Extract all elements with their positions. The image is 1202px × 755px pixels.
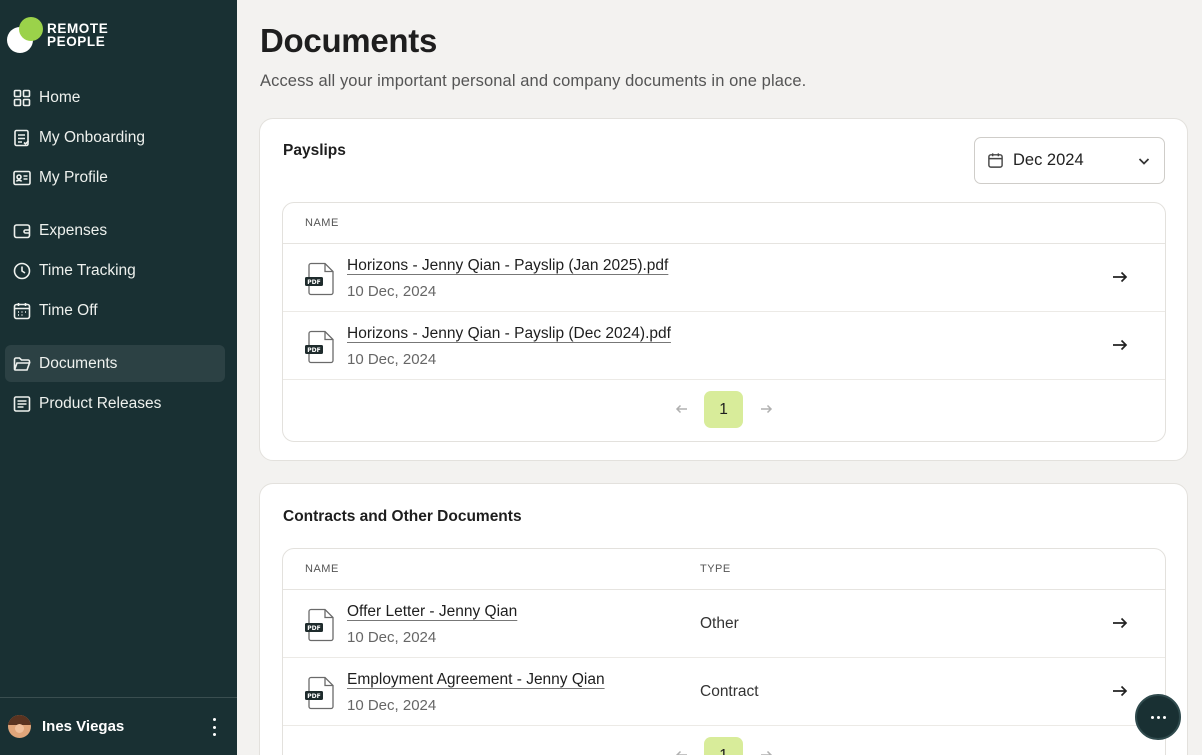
calendar-icon: [12, 301, 32, 321]
sidebar-item-time-tracking[interactable]: Time Tracking: [5, 252, 225, 289]
wallet-icon: [12, 221, 32, 241]
document-type: Other: [700, 615, 739, 632]
table-header: NAME: [283, 203, 1165, 244]
clock-icon: [12, 261, 32, 281]
logo-text: REMOTE PEOPLE: [47, 21, 109, 49]
sidebar-item-label: My Onboarding: [39, 128, 145, 146]
svg-text:PDF: PDF: [307, 347, 320, 354]
table-row[interactable]: PDF Employment Agreement - Jenny Qian 10…: [283, 658, 1165, 726]
user-name: Ines Viegas: [42, 718, 125, 735]
document-date: 10 Dec, 2024: [347, 697, 437, 714]
sidebar: REMOTE PEOPLE Home My Onboarding My Prof…: [0, 0, 237, 755]
column-header-type: TYPE: [700, 563, 731, 575]
document-link[interactable]: Offer Letter - Jenny Qian: [347, 603, 517, 621]
page-button-current[interactable]: 1: [704, 737, 743, 755]
sidebar-item-home[interactable]: Home: [5, 79, 225, 116]
checklist-icon: [12, 128, 32, 148]
arrow-left-icon[interactable]: [675, 748, 689, 755]
logo-mark-icon: [7, 17, 45, 53]
avatar: [8, 715, 31, 738]
chevron-down-icon: [1137, 154, 1151, 168]
page-subtitle: Access all your important personal and c…: [260, 72, 807, 90]
chat-launcher-button[interactable]: [1135, 694, 1181, 740]
main-content: Documents Access all your important pers…: [237, 0, 1202, 755]
news-icon: [12, 394, 32, 414]
table-row[interactable]: PDF Horizons - Jenny Qian - Payslip (Jan…: [283, 244, 1165, 312]
sidebar-item-label: Documents: [39, 354, 118, 372]
sidebar-item-label: Product Releases: [39, 394, 162, 412]
pdf-file-icon: PDF: [305, 608, 334, 642]
column-header-name: NAME: [305, 563, 339, 575]
arrow-right-icon[interactable]: [1111, 614, 1129, 632]
document-date: 10 Dec, 2024: [347, 629, 437, 646]
sidebar-item-label: Home: [39, 88, 81, 106]
sidebar-item-my-onboarding[interactable]: My Onboarding: [5, 119, 225, 156]
svg-text:PDF: PDF: [307, 693, 320, 700]
contracts-title: Contracts and Other Documents: [283, 508, 522, 525]
sidebar-item-time-off[interactable]: Time Off: [5, 292, 225, 329]
contracts-table: NAME TYPE PDF Offer Letter - Jenny Qian …: [282, 548, 1166, 755]
sidebar-item-label: Expenses: [39, 221, 108, 239]
document-link[interactable]: Horizons - Jenny Qian - Payslip (Dec 202…: [347, 325, 671, 343]
month-select[interactable]: Dec 2024: [974, 137, 1165, 184]
table-row[interactable]: PDF Horizons - Jenny Qian - Payslip (Dec…: [283, 312, 1165, 380]
payslips-title: Payslips: [283, 142, 346, 159]
document-link[interactable]: Employment Agreement - Jenny Qian: [347, 671, 605, 689]
sidebar-item-my-profile[interactable]: My Profile: [5, 159, 225, 196]
sidebar-item-expenses[interactable]: Expenses: [5, 212, 225, 249]
document-link[interactable]: Horizons - Jenny Qian - Payslip (Jan 202…: [347, 257, 668, 275]
sidebar-item-documents[interactable]: Documents: [5, 345, 225, 382]
brand-logo[interactable]: REMOTE PEOPLE: [7, 17, 108, 53]
page-button-current[interactable]: 1: [704, 391, 743, 428]
pdf-file-icon: PDF: [305, 262, 334, 296]
arrow-left-icon[interactable]: [675, 402, 689, 416]
document-type: Contract: [700, 683, 759, 700]
home-grid-icon: [12, 88, 32, 108]
id-card-icon: [12, 168, 32, 188]
arrow-right-icon[interactable]: [759, 748, 773, 755]
document-date: 10 Dec, 2024: [347, 351, 437, 368]
ellipsis-icon: [1150, 715, 1154, 719]
pdf-file-icon: PDF: [305, 330, 334, 364]
payslips-table: NAME PDF Horizons - Jenny Qian - Payslip…: [282, 202, 1166, 442]
user-menu[interactable]: Ines Viegas: [0, 697, 237, 755]
page-title: Documents: [260, 22, 437, 59]
calendar-icon: [987, 152, 1004, 169]
table-header: NAME TYPE: [283, 549, 1165, 590]
folder-icon: [12, 354, 32, 374]
month-select-value: Dec 2024: [1013, 151, 1084, 169]
document-date: 10 Dec, 2024: [347, 283, 437, 300]
arrow-right-icon[interactable]: [1111, 336, 1129, 354]
pagination: 1: [283, 726, 1165, 755]
arrow-right-icon[interactable]: [1111, 268, 1129, 286]
column-header-name: NAME: [305, 217, 339, 229]
payslips-card: Payslips Dec 2024 NAME PDF Horizons - Je…: [259, 118, 1188, 461]
pagination: 1: [283, 380, 1165, 439]
svg-text:PDF: PDF: [307, 625, 320, 632]
sidebar-item-label: Time Off: [39, 301, 98, 319]
sidebar-item-product-releases[interactable]: Product Releases: [5, 385, 225, 422]
pdf-file-icon: PDF: [305, 676, 334, 710]
table-row[interactable]: PDF Offer Letter - Jenny Qian 10 Dec, 20…: [283, 590, 1165, 658]
more-options-icon[interactable]: [209, 718, 219, 736]
sidebar-item-label: Time Tracking: [39, 261, 136, 279]
svg-text:PDF: PDF: [307, 279, 320, 286]
arrow-right-icon[interactable]: [1111, 682, 1129, 700]
contracts-card: Contracts and Other Documents NAME TYPE …: [259, 483, 1188, 755]
sidebar-item-label: My Profile: [39, 168, 108, 186]
arrow-right-icon[interactable]: [759, 402, 773, 416]
